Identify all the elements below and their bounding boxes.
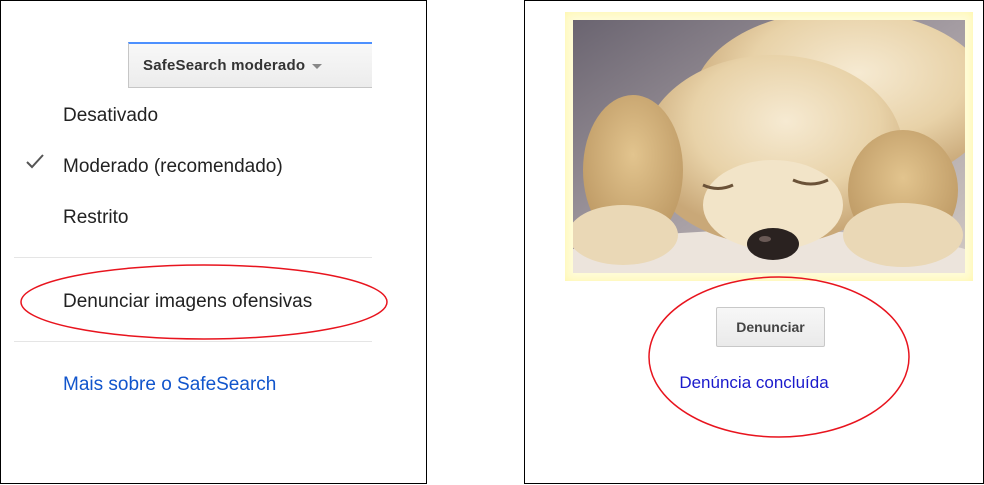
puppy-image[interactable]	[573, 20, 965, 273]
menu-item-restrito[interactable]: Restrito	[63, 207, 128, 229]
check-icon	[26, 154, 44, 169]
menu-item-moderado[interactable]: Moderado (recomendado)	[63, 156, 283, 178]
safesearch-button-label: SafeSearch moderado	[143, 57, 306, 74]
safesearch-menu-panel: SafeSearch moderado Desativado Moderado …	[0, 0, 427, 484]
safesearch-button[interactable]: SafeSearch moderado	[128, 42, 372, 88]
report-confirmation: Denúncia concluída	[679, 373, 829, 392]
image-frame	[565, 12, 973, 281]
report-image-panel: Denunciar Denúncia concluída	[524, 0, 984, 484]
menu-divider	[14, 341, 372, 342]
menu-divider	[14, 257, 372, 258]
caret-down-icon	[312, 64, 323, 69]
menu-item-desativado[interactable]: Desativado	[63, 105, 158, 127]
report-button[interactable]: Denunciar	[716, 307, 825, 347]
menu-item-report-images[interactable]: Denunciar imagens ofensivas	[63, 291, 312, 313]
safesearch-more-link[interactable]: Mais sobre o SafeSearch	[63, 374, 276, 396]
